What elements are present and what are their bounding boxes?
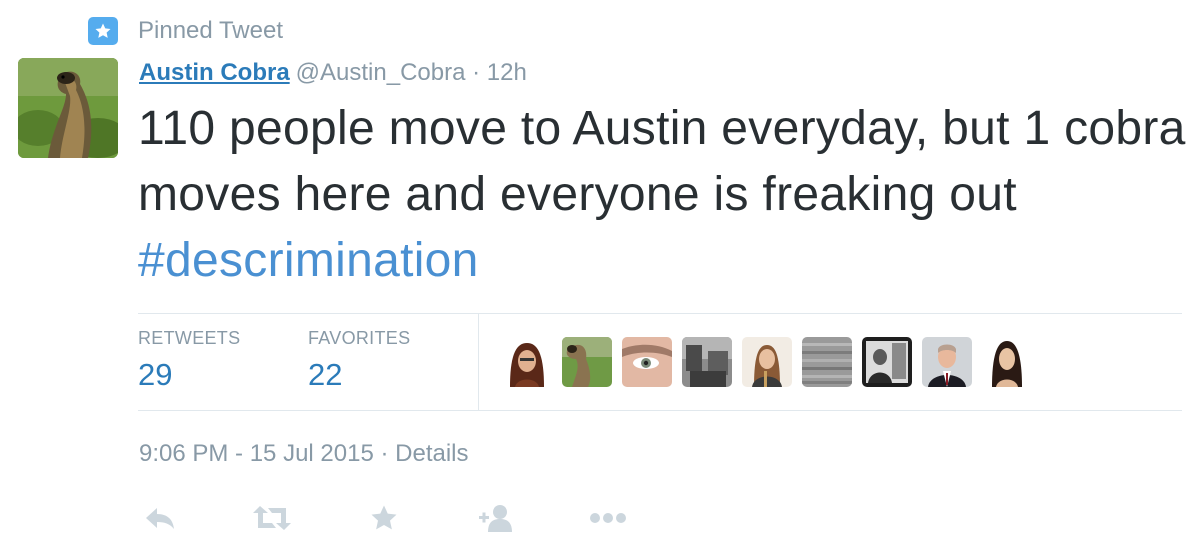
retweets-count[interactable]: 29 bbox=[138, 357, 240, 393]
reply-icon bbox=[143, 505, 177, 536]
favoriter-avatar[interactable] bbox=[742, 337, 792, 387]
pin-icon bbox=[88, 17, 118, 45]
stats-vertical-divider bbox=[478, 314, 479, 410]
tweet-actions bbox=[140, 500, 700, 540]
retweet-button[interactable] bbox=[252, 500, 292, 540]
favorite-star-icon bbox=[368, 503, 400, 538]
header-separator: · bbox=[472, 59, 481, 86]
favorites-count[interactable]: 22 bbox=[308, 357, 410, 393]
retweet-icon bbox=[252, 504, 292, 537]
favorites-label: FAVORITES bbox=[308, 328, 411, 348]
favoriter-avatar[interactable] bbox=[982, 337, 1032, 387]
retweets-label: RETWEETS bbox=[138, 328, 241, 348]
tweet-timestamp[interactable]: 9:06 PM - 15 Jul 2015 bbox=[139, 440, 374, 467]
author-handle[interactable]: @Austin_Cobra bbox=[296, 59, 466, 86]
author-avatar[interactable] bbox=[18, 58, 118, 158]
tweet-relative-time[interactable]: 12h bbox=[487, 59, 527, 86]
favorites-stat[interactable]: FAVORITES 22 bbox=[308, 328, 410, 393]
tweet-meta: 9:06 PM - 15 Jul 2015 · Details bbox=[139, 440, 469, 468]
stats-top-divider bbox=[138, 313, 1182, 314]
favoriter-avatar[interactable] bbox=[622, 337, 672, 387]
author-display-name[interactable]: Austin Cobra bbox=[139, 59, 290, 86]
tweet-text: 110 people move to Austin everyday, but … bbox=[138, 96, 1193, 294]
follow-icon bbox=[476, 503, 516, 538]
tweet-header: Austin Cobra @Austin_Cobra · 12h bbox=[139, 58, 527, 88]
pinned-tweet-indicator: Pinned Tweet bbox=[88, 14, 283, 48]
more-button[interactable] bbox=[588, 500, 628, 540]
favorite-button[interactable] bbox=[364, 500, 404, 540]
pinned-tweet-label: Pinned Tweet bbox=[138, 17, 283, 44]
favoriter-avatar[interactable] bbox=[802, 337, 852, 387]
more-icon bbox=[589, 511, 627, 529]
favoriter-avatar[interactable] bbox=[502, 337, 552, 387]
favoriter-avatar[interactable] bbox=[862, 337, 912, 387]
reply-button[interactable] bbox=[140, 500, 180, 540]
retweets-stat[interactable]: RETWEETS 29 bbox=[138, 328, 240, 393]
meta-separator: · bbox=[380, 440, 389, 467]
stats-bottom-divider bbox=[138, 410, 1182, 411]
follow-button[interactable] bbox=[476, 500, 516, 540]
tweet-body-text: 110 people move to Austin everyday, but … bbox=[138, 102, 1186, 221]
favoriter-avatar[interactable] bbox=[922, 337, 972, 387]
favoriter-avatar[interactable] bbox=[682, 337, 732, 387]
favoriter-avatar[interactable] bbox=[562, 337, 612, 387]
details-link[interactable]: Details bbox=[395, 440, 468, 467]
favoriters-avatar-list bbox=[502, 337, 1042, 387]
hashtag-link[interactable]: #descrimination bbox=[138, 234, 479, 287]
